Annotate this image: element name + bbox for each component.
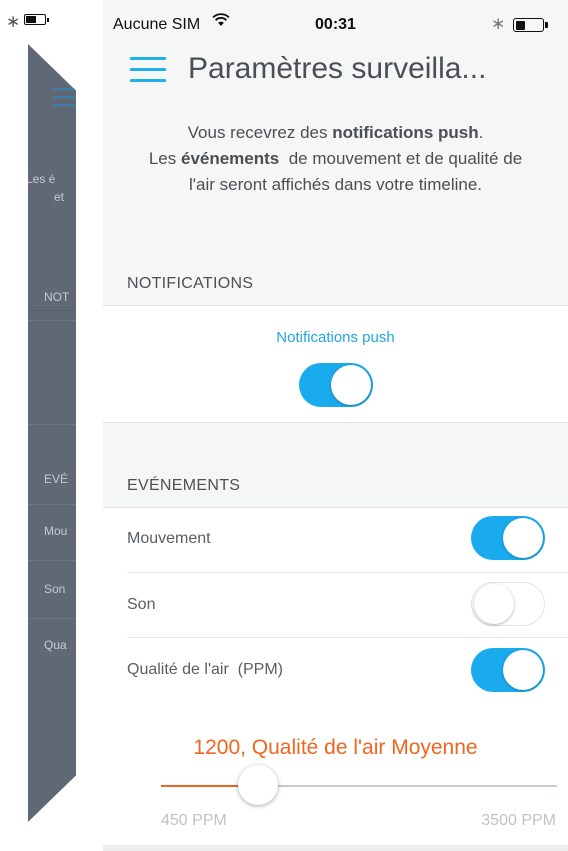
row-divider (127, 637, 568, 638)
slider-max-label: 3500 PPM (481, 812, 556, 829)
bluetooth-icon: ∗ (6, 12, 21, 32)
event-label-son: Son (127, 596, 156, 613)
notifications-section-title: NOTIFICATIONS (127, 275, 254, 292)
ghost-divider (28, 424, 76, 425)
intro-bold-events: événements (180, 149, 280, 168)
push-notifications-toggle[interactable] (299, 363, 373, 407)
slider-min-label: 450 PPM (161, 812, 227, 829)
battery-icon (24, 14, 49, 25)
intro-line-1: Vous recevrez des notifications push. (187, 123, 484, 142)
ghost-text: Les é (28, 172, 56, 186)
toggle-knob (474, 584, 514, 624)
event-label-air-quality: Qualité de l'air (PPM) (127, 661, 283, 678)
battery-icon (513, 18, 544, 32)
bottom-strip (103, 845, 568, 851)
ghost-menu-line (52, 88, 76, 90)
intro-text: Vous recevrez des notifications push. Le… (113, 120, 558, 198)
settings-screen: Aucune SIM 00:31 ∗ Paramètres surveilla.… (103, 0, 568, 851)
hamburger-menu-icon[interactable] (130, 57, 166, 85)
toggle-knob (503, 518, 543, 558)
ghost-divider (28, 618, 76, 619)
air-quality-value-label: 1200, Qualité de l'air Moyenne (193, 736, 478, 759)
ghost-divider (28, 504, 76, 505)
bluetooth-icon: ∗ (491, 14, 506, 34)
intro-line-2: Les événements de mouvement et de qualit… (148, 149, 523, 168)
ghost-text: Mou (44, 524, 68, 538)
ghost-status-bar: ∗ (0, 0, 96, 40)
event-label-mouvement: Mouvement (127, 530, 211, 547)
battery-tip (545, 22, 548, 28)
ghost-text: NOT (44, 290, 70, 304)
push-notifications-label: Notifications push (276, 329, 395, 346)
page-title: Paramètres surveilla... (188, 52, 487, 85)
toggle-knob (503, 650, 543, 690)
ghost-menu-line (52, 104, 76, 106)
battery-level (515, 20, 525, 30)
intro-bold-notifications: notifications push (332, 123, 479, 142)
row-divider (127, 572, 568, 573)
ghost-divider (28, 310, 76, 311)
ghost-divider (28, 560, 76, 561)
status-bar: Aucune SIM 00:31 ∗ (103, 0, 568, 40)
ghost-text: Qua (44, 638, 67, 652)
ghost-text: Son (44, 582, 66, 596)
mouvement-toggle[interactable] (471, 516, 545, 560)
events-section-title: EVÉNEMENTS (127, 477, 241, 494)
toggle-knob (331, 365, 371, 405)
ghost-menu-line (52, 96, 76, 98)
ghost-text: et (54, 190, 65, 204)
intro-line-3: l'air seront affichés dans votre timelin… (188, 175, 483, 194)
air-quality-toggle[interactable] (471, 648, 545, 692)
ghost-previous-screen: Les é et NOT EVÉ Mou Son Qua (28, 44, 76, 822)
section-divider (103, 422, 568, 423)
ghost-text: EVÉ (44, 472, 69, 486)
son-toggle[interactable] (471, 582, 545, 626)
ghost-divider (28, 320, 76, 321)
